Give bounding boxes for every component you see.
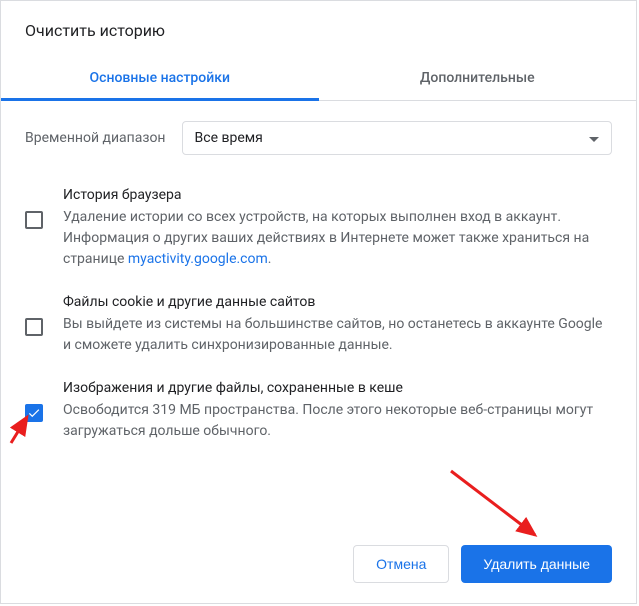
option-cache-desc: Освободится 319 МБ пространства. После э… xyxy=(63,400,612,442)
cancel-button[interactable]: Отмена xyxy=(353,545,449,583)
option-cache-content: Изображения и другие файлы, сохраненные … xyxy=(63,380,612,442)
tab-advanced-label: Дополнительные xyxy=(420,70,535,86)
option-history-desc: Удаление истории со всех устройств, на к… xyxy=(63,207,612,270)
time-range-select[interactable]: Все время xyxy=(182,121,612,155)
tab-advanced[interactable]: Дополнительные xyxy=(319,56,637,100)
option-cookies-content: Файлы cookie и другие данные сайтов Вы в… xyxy=(63,294,612,356)
dialog-title: Очистить историю xyxy=(1,1,636,56)
chevron-down-icon xyxy=(589,130,599,146)
tabs: Основные настройки Дополнительные xyxy=(1,56,636,101)
option-cookies-title: Файлы cookie и другие данные сайтов xyxy=(63,294,612,310)
option-history-title: История браузера xyxy=(63,187,612,203)
options-list: История браузера Удаление истории со все… xyxy=(1,175,636,454)
time-range-label: Временной диапазон xyxy=(25,130,166,146)
myactivity-link[interactable]: myactivity.google.com xyxy=(128,251,268,267)
checkbox-cache[interactable] xyxy=(25,404,43,422)
option-cookies: Файлы cookie и другие данные сайтов Вы в… xyxy=(25,282,612,368)
tab-basic-label: Основные настройки xyxy=(90,70,230,86)
option-history-desc-text2: . xyxy=(268,251,272,267)
option-history-content: История браузера Удаление истории со все… xyxy=(63,187,612,270)
time-range-row: Временной диапазон Все время xyxy=(1,101,636,175)
dialog-actions: Отмена Удалить данные xyxy=(353,545,612,583)
tab-basic[interactable]: Основные настройки xyxy=(1,56,319,100)
clear-data-button[interactable]: Удалить данные xyxy=(461,545,612,583)
checkbox-history[interactable] xyxy=(25,211,43,229)
time-range-value: Все время xyxy=(195,130,263,146)
option-cookies-desc: Вы выйдете из системы на большинстве сай… xyxy=(63,314,612,356)
option-cache: Изображения и другие файлы, сохраненные … xyxy=(25,368,612,454)
checkbox-cookies[interactable] xyxy=(25,318,43,336)
clear-history-dialog: Очистить историю Основные настройки Допо… xyxy=(0,0,637,604)
option-cache-title: Изображения и другие файлы, сохраненные … xyxy=(63,380,612,396)
option-history: История браузера Удаление истории со все… xyxy=(25,175,612,282)
